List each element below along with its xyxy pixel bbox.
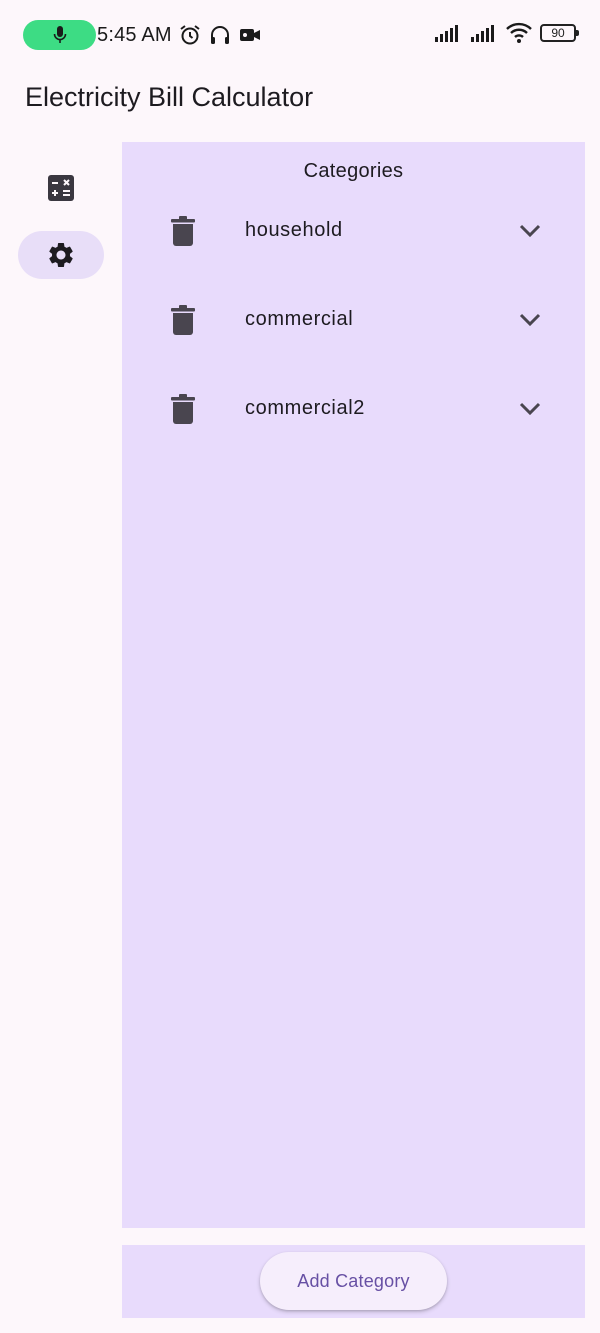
gear-icon [49,243,73,267]
category-name: household [245,219,343,241]
delete-category-button[interactable] [167,303,199,337]
status-notification-icons [178,23,262,47]
bottom-action-bar: Add Category [122,1245,585,1318]
calculator-icon [48,175,74,201]
signal-icon [471,25,494,42]
wifi-icon [506,22,532,43]
categories-title: Categories [303,160,404,182]
category-row[interactable]: commercial [122,289,585,378]
trash-icon [171,305,195,335]
add-category-button[interactable]: Add Category [260,1252,447,1310]
status-time: 5:45 AM [97,24,172,46]
category-name: commercial [245,308,354,330]
trash-icon [171,394,195,424]
category-list: household commercial commercial2 [122,200,585,467]
headset-icon [211,26,229,44]
expand-category-button[interactable] [515,216,545,246]
category-row[interactable]: household [122,200,585,289]
page-title: Electricity Bill Calculator [25,82,314,112]
battery-icon: 90 [540,24,579,42]
chevron-down-icon [519,224,541,238]
chevron-down-icon [519,402,541,416]
nav-item-calculator[interactable] [18,164,104,212]
category-name: commercial2 [245,397,365,419]
mic-icon [53,26,66,43]
mic-indicator [23,20,96,50]
video-camera-icon [240,29,260,41]
expand-category-button[interactable] [515,394,545,424]
trash-icon [171,216,195,246]
expand-category-button[interactable] [515,305,545,335]
navigation-rail [0,142,122,342]
battery-level: 90 [551,26,565,40]
status-bar: 5:45 AM 90 [0,0,600,72]
delete-category-button[interactable] [167,214,199,248]
categories-panel: Categories household commercial commerci… [122,142,585,1228]
status-system-icons: 90 [434,22,579,44]
chevron-down-icon [519,313,541,327]
category-row[interactable]: commercial2 [122,378,585,467]
alarm-icon [180,25,200,45]
nav-item-settings[interactable] [18,231,104,279]
delete-category-button[interactable] [167,392,199,426]
signal-icon [435,25,458,42]
